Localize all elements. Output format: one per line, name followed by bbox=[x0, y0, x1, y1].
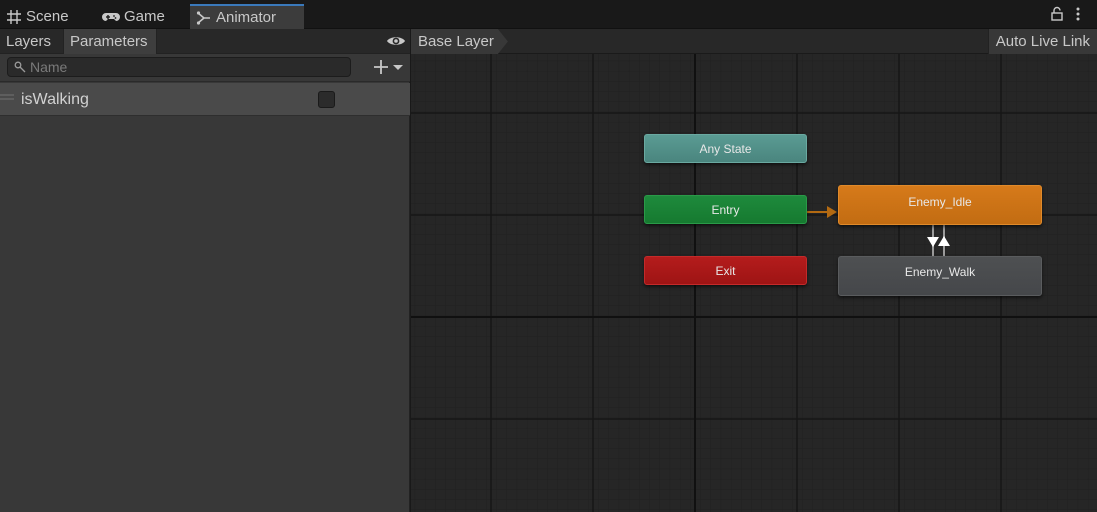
parameter-bool-checkbox[interactable] bbox=[318, 91, 335, 108]
search-input[interactable] bbox=[30, 58, 340, 76]
animator-icon bbox=[196, 10, 210, 25]
parameters-panel: Layers Parameters Name isWalking bbox=[0, 29, 410, 512]
search-icon bbox=[14, 61, 26, 73]
eye-icon[interactable] bbox=[386, 33, 406, 49]
animator-graph[interactable]: Base Layer Auto Live Link Any State Entr… bbox=[411, 29, 1097, 512]
chevron-down-icon bbox=[393, 65, 403, 70]
grid-icon bbox=[7, 9, 21, 24]
tab-animator[interactable]: Animator bbox=[190, 4, 304, 29]
parameter-row[interactable]: isWalking bbox=[0, 83, 410, 116]
plus-icon bbox=[374, 60, 388, 74]
left-panel-tabs: Layers Parameters bbox=[0, 29, 410, 54]
window-tab-bar: Scene Game Animator bbox=[0, 0, 1097, 29]
tab-game[interactable]: Game bbox=[96, 4, 188, 29]
add-parameter-button[interactable] bbox=[372, 58, 406, 76]
state-enemy-walk[interactable]: Enemy_Walk bbox=[838, 256, 1042, 296]
state-label: Any State bbox=[699, 141, 752, 156]
breadcrumb-label: Base Layer bbox=[418, 33, 494, 50]
parameter-name[interactable]: isWalking bbox=[21, 91, 89, 109]
state-label: Enemy_Idle bbox=[908, 195, 972, 209]
state-enemy-idle[interactable]: Enemy_Idle bbox=[838, 185, 1042, 225]
state-exit[interactable]: Exit bbox=[644, 256, 807, 285]
search-field[interactable] bbox=[7, 57, 351, 77]
tab-game-label: Game bbox=[124, 8, 165, 25]
state-entry[interactable]: Entry bbox=[644, 195, 807, 224]
more-options-icon[interactable] bbox=[1070, 6, 1086, 22]
tab-layers[interactable]: Layers bbox=[0, 29, 63, 54]
tab-scene[interactable]: Scene bbox=[0, 4, 90, 29]
state-any-state[interactable]: Any State bbox=[644, 134, 807, 163]
tab-parameters-label: Parameters bbox=[70, 33, 148, 50]
tab-scene-label: Scene bbox=[26, 8, 69, 25]
lock-icon[interactable] bbox=[1049, 6, 1065, 22]
breadcrumb-bar: Base Layer Auto Live Link bbox=[411, 29, 1097, 54]
state-label: Entry bbox=[711, 202, 740, 217]
state-label: Exit bbox=[715, 263, 736, 278]
auto-live-link-label: Auto Live Link bbox=[995, 33, 1090, 50]
gamepad-icon bbox=[102, 12, 120, 21]
breadcrumb[interactable]: Base Layer bbox=[411, 29, 508, 54]
drag-handle-icon[interactable] bbox=[0, 94, 16, 100]
tab-layers-label: Layers bbox=[6, 33, 52, 50]
search-row bbox=[0, 54, 410, 82]
auto-live-link-button[interactable]: Auto Live Link bbox=[987, 29, 1097, 54]
tab-parameters[interactable]: Parameters bbox=[63, 29, 157, 54]
tab-animator-label: Animator bbox=[216, 9, 277, 26]
state-label: Enemy_Walk bbox=[904, 265, 976, 279]
